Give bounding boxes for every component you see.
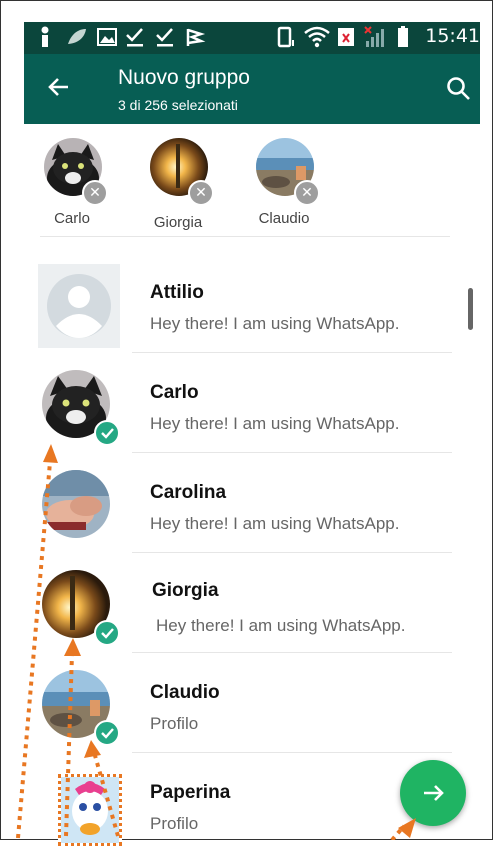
- page-title: Nuovo gruppo: [118, 66, 250, 89]
- remove-icon[interactable]: ✕: [82, 180, 108, 206]
- divider: [132, 552, 452, 553]
- contact-name: Carlo: [150, 382, 199, 403]
- selected-name: Giorgia: [153, 214, 203, 231]
- contact-status: Hey there! I am using WhatsApp.: [150, 514, 400, 533]
- signal-icon: [364, 26, 384, 47]
- contact-name: Attilio: [150, 282, 204, 303]
- avatar: [58, 774, 122, 846]
- divider: [132, 452, 452, 453]
- selected-name: Claudio: [258, 210, 310, 227]
- battery-icon: [398, 26, 408, 47]
- contact-row-carolina[interactable]: Carolina Hey there! I am using WhatsApp.: [24, 454, 480, 553]
- selected-name: Carlo: [54, 210, 90, 227]
- contact-list: Attilio Hey there! I am using WhatsApp. …: [24, 254, 480, 846]
- arrow-forward-icon: [424, 785, 444, 801]
- remove-icon[interactable]: ✕: [294, 180, 320, 206]
- avatar: [42, 470, 110, 538]
- flag-icon: [186, 28, 206, 46]
- clock: 15:41: [425, 25, 480, 47]
- contact-row-giorgia[interactable]: Giorgia Hey there! I am using WhatsApp.: [24, 554, 480, 653]
- check-icon: [94, 420, 120, 446]
- selection-count: 3 di 256 selezionati: [118, 97, 238, 113]
- contact-name: Paperina: [150, 782, 231, 803]
- contact-status: Hey there! I am using WhatsApp.: [150, 414, 400, 433]
- status-bar: 15:41: [24, 22, 480, 54]
- arrow-back-icon[interactable]: [46, 74, 72, 100]
- avatar: [38, 264, 120, 348]
- contact-status: Hey there! I am using WhatsApp.: [156, 616, 406, 635]
- remove-icon[interactable]: ✕: [188, 180, 214, 206]
- wifi-icon: [304, 26, 330, 48]
- contact-row-claudio[interactable]: Claudio Profilo: [24, 654, 480, 753]
- next-button[interactable]: [400, 760, 466, 826]
- contact-status: Profilo: [150, 714, 199, 733]
- contact-status: Profilo: [150, 814, 199, 833]
- leaf-icon: [68, 29, 86, 44]
- contact-name: Giorgia: [152, 580, 219, 601]
- search-icon[interactable]: [446, 76, 472, 102]
- contact-name: Carolina: [150, 482, 227, 503]
- person-pin-icon: [41, 26, 49, 47]
- contact-name: Claudio: [150, 682, 220, 703]
- battery-saver-icon: [338, 28, 354, 46]
- contact-row-attilio[interactable]: Attilio Hey there! I am using WhatsApp.: [24, 254, 480, 353]
- contact-status: Hey there! I am using WhatsApp.: [150, 314, 400, 333]
- check-icon: [94, 620, 120, 646]
- divider: [132, 652, 452, 653]
- divider: [132, 352, 452, 353]
- vibrate-icon: [277, 26, 294, 48]
- check-icon: [94, 720, 120, 746]
- check-download-icon: [156, 28, 173, 47]
- check-download-icon: [126, 28, 143, 47]
- divider: [132, 752, 452, 753]
- divider: [40, 236, 450, 237]
- app-bar: Nuovo gruppo 3 di 256 selezionati: [24, 54, 480, 124]
- image-icon: [97, 28, 117, 46]
- contact-row-carlo[interactable]: Carlo Hey there! I am using WhatsApp.: [24, 354, 480, 453]
- selected-contacts-strip: ✕ Carlo ✕ Giorgia ✕ Claudio: [24, 124, 480, 236]
